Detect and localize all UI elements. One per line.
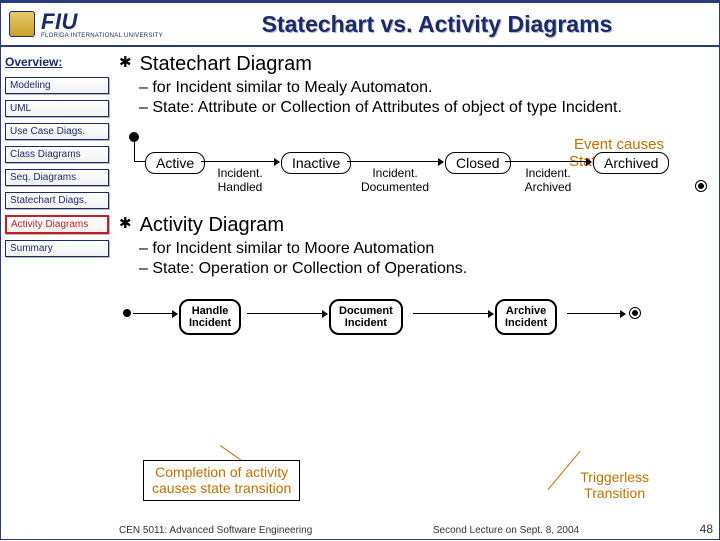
footer-left: CEN 5011: Advanced Software Engineering	[119, 525, 312, 536]
slide-number: 48	[700, 522, 713, 536]
activity-archive: Archive Incident	[495, 299, 557, 335]
bullet-icon: ✱	[119, 53, 132, 73]
sidebar-item-statechart[interactable]: Statechart Diags.	[5, 192, 109, 209]
sidebar-item-seq[interactable]: Seq. Diagrams	[5, 169, 109, 186]
footer-right: Second Lecture on Sept. 8, 2004	[433, 525, 579, 536]
section-1-sub1: – for Incident similar to Mealy Automato…	[139, 78, 709, 98]
section-1-sub2: – State: Attribute or Collection of Attr…	[139, 98, 709, 118]
callout-trigger-l2: Transition	[584, 485, 645, 501]
arrow-icon	[505, 161, 591, 162]
start-node-icon	[123, 309, 131, 317]
section-2-sub1: – for Incident similar to Moore Automati…	[139, 239, 709, 259]
sidebar-item-usecase[interactable]: Use Case Diags.	[5, 123, 109, 140]
sidebar-item-activity[interactable]: Activity Diagrams	[5, 215, 109, 234]
arrow-icon	[247, 313, 327, 314]
brand-text: FIU	[41, 9, 163, 35]
edge-label-documented: Incident. Documented	[351, 166, 439, 194]
section-1: ✱ Statechart Diagram	[119, 53, 709, 76]
callout-completion-l2: causes state transition	[152, 480, 291, 496]
sidebar-item-modeling[interactable]: Modeling	[5, 77, 109, 94]
sidebar-item-summary[interactable]: Summary	[5, 240, 109, 257]
activity-document: Document Incident	[329, 299, 403, 335]
state-closed: Closed	[445, 152, 511, 174]
body: Overview: Modeling UML Use Case Diags. C…	[1, 47, 719, 541]
end-node-icon	[695, 180, 707, 192]
arrow-icon	[413, 313, 493, 314]
state-archived: Archived	[593, 152, 669, 174]
footer: CEN 5011: Advanced Software Engineering …	[119, 522, 713, 536]
sidebar-item-uml[interactable]: UML	[5, 100, 109, 117]
section-2-title: Activity Diagram	[140, 214, 284, 237]
sidebar: Overview: Modeling UML Use Case Diags. C…	[1, 47, 113, 541]
sidebar-heading: Overview:	[5, 55, 109, 69]
state-active: Active	[145, 152, 205, 174]
content: ✱ Statechart Diagram – for Incident simi…	[113, 47, 719, 541]
activity-handle: Handle Incident	[179, 299, 241, 335]
callout-trigger: Triggerless Transition	[580, 470, 649, 501]
brand-subtext: FLORIDA INTERNATIONAL UNIVERSITY	[41, 33, 163, 39]
callout-trigger-l1: Triggerless	[580, 469, 649, 485]
section-1-title: Statechart Diagram	[140, 53, 312, 76]
callout-line-icon	[548, 451, 581, 490]
section-1-sublist: – for Incident similar to Mealy Automato…	[139, 78, 709, 118]
edge-label-handled: Incident. Handled	[205, 166, 275, 194]
brand-block: FIU FLORIDA INTERNATIONAL UNIVERSITY	[41, 9, 163, 39]
callout-completion-l1: Completion of activity	[155, 464, 288, 480]
end-node-icon	[629, 307, 641, 319]
connector	[134, 137, 135, 161]
arrow-icon	[567, 313, 625, 314]
edge-label-archived: Incident. Archived	[509, 166, 587, 194]
header: FIU FLORIDA INTERNATIONAL UNIVERSITY Sta…	[1, 3, 719, 47]
bullet-icon: ✱	[119, 214, 132, 234]
slide-frame: FIU FLORIDA INTERNATIONAL UNIVERSITY Sta…	[0, 0, 720, 540]
statechart-diagram: Active Incident. Handled Inactive Incide…	[119, 124, 709, 204]
arrow-icon	[133, 313, 177, 314]
slide-title: Statechart vs. Activity Diagrams	[163, 11, 711, 38]
section-2-sublist: – for Incident similar to Moore Automati…	[139, 239, 709, 279]
state-inactive: Inactive	[281, 152, 351, 174]
activity-diagram: Handle Incident Document Incident Archiv…	[119, 291, 709, 361]
callout-completion: Completion of activity causes state tran…	[143, 460, 300, 501]
arrow-icon	[347, 161, 443, 162]
section-2: ✱ Activity Diagram	[119, 214, 709, 237]
arrow-icon	[201, 161, 279, 162]
fiu-seal-icon	[9, 11, 35, 37]
sidebar-item-class[interactable]: Class Diagrams	[5, 146, 109, 163]
section-2-sub2: – State: Operation or Collection of Oper…	[139, 259, 709, 279]
